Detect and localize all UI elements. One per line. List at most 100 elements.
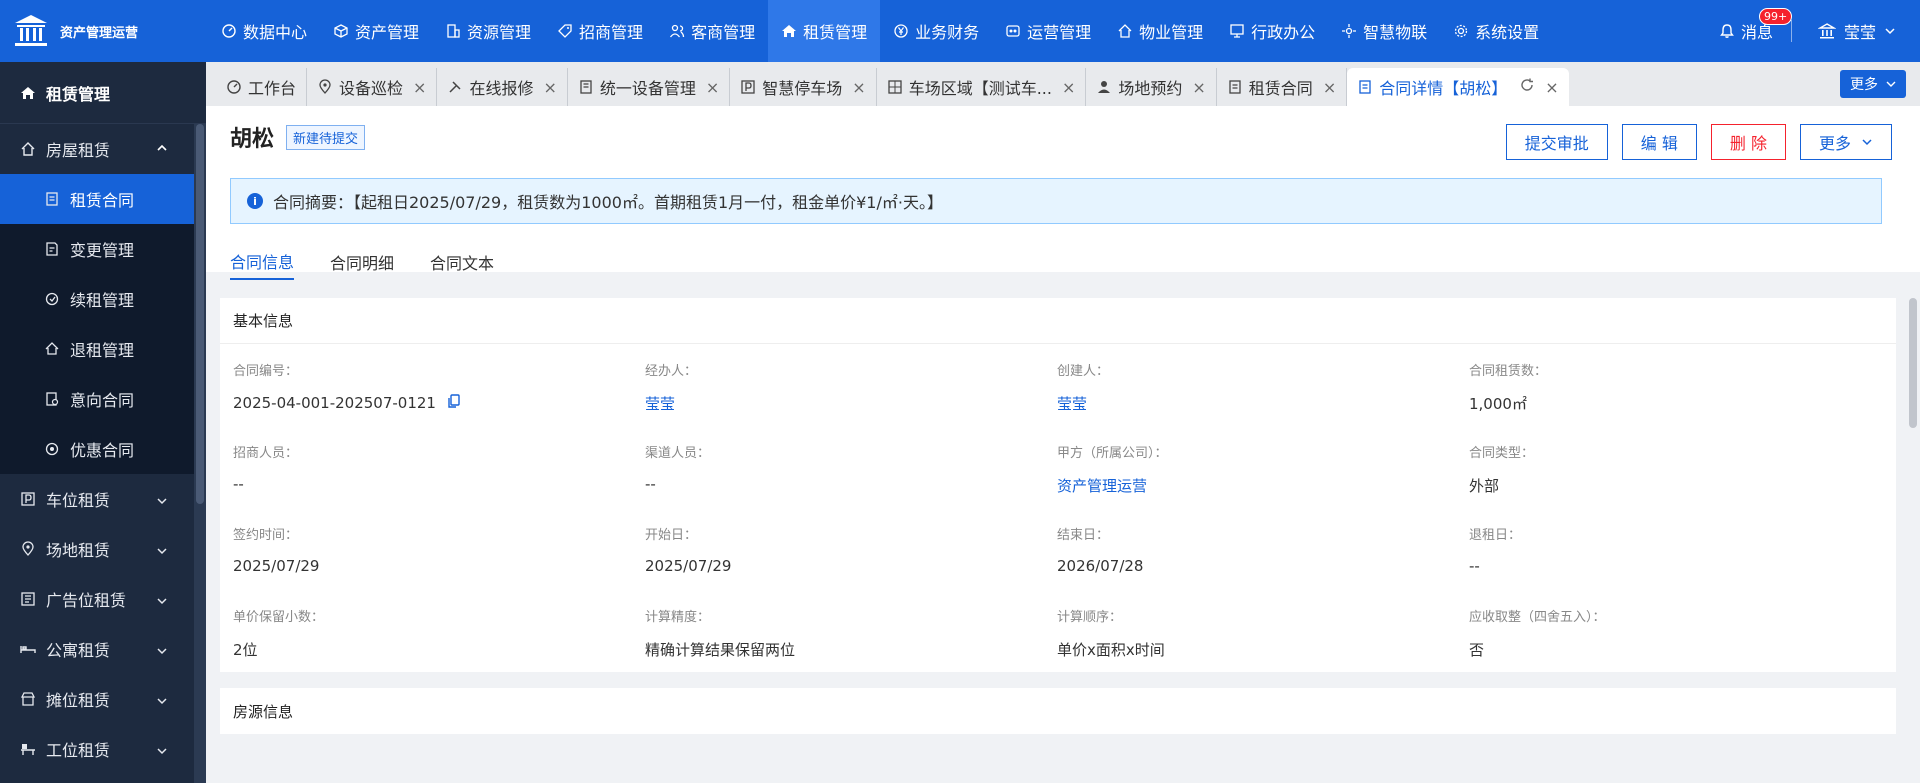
- tab-2[interactable]: 在线报修 ×: [437, 68, 568, 106]
- detail-tab-0[interactable]: 合同信息: [230, 244, 295, 280]
- field-value: 1,000㎡: [1469, 395, 1527, 413]
- discount-icon: [44, 441, 60, 457]
- nav-item-4[interactable]: 客商管理: [656, 0, 768, 62]
- sidebar-subitem-4[interactable]: 意向合同: [0, 374, 206, 424]
- sidebar-scroll-thumb[interactable]: [196, 124, 204, 504]
- field-label: 合同编号：: [233, 364, 299, 379]
- field-value: 2025/07/29: [645, 557, 732, 575]
- info-field: 招商人员： --: [233, 426, 645, 508]
- close-icon[interactable]: ×: [852, 78, 865, 97]
- submit-approval-button[interactable]: 提交审批: [1505, 124, 1608, 160]
- sidebar-submenu: 租赁合同变更管理 续租管理 退租管理 意向合同 优惠合同: [0, 174, 206, 474]
- tab-8[interactable]: 合同详情【胡松】 ×: [1347, 68, 1569, 106]
- close-icon[interactable]: ×: [1545, 78, 1558, 97]
- sidebar-group-4[interactable]: 摊位租赁: [0, 674, 206, 724]
- sidebar-subitem-0[interactable]: 租赁合同: [0, 174, 206, 224]
- field-value-wrap: 2026/07/28: [1057, 557, 1469, 575]
- sidebar-subitem-label: 租赁合同: [70, 191, 135, 210]
- bank-logo-icon: [15, 15, 47, 46]
- tab-label: 租赁合同: [1248, 79, 1313, 98]
- contract-summary: i 合同摘要：【起租日2025/07/29，租赁数为1000㎡。首期租赁1月一付…: [230, 178, 1882, 224]
- field-value: 2位: [233, 641, 258, 659]
- close-icon[interactable]: ×: [543, 78, 556, 97]
- tab-4[interactable]: 智慧停车场 ×: [730, 68, 877, 106]
- sidebar-scrollbar[interactable]: [194, 124, 206, 783]
- field-value-wrap: 1,000㎡: [1469, 393, 1881, 414]
- sidebar-group-3[interactable]: 公寓租赁: [0, 624, 206, 674]
- info-field: 开始日： 2025/07/29: [645, 508, 1057, 590]
- field-label: 退租日：: [1469, 528, 1522, 543]
- main-nav: 数据中心 资产管理 资源管理 招商管理 客商管理 租赁管理 业务财务 运营管理 物业管理 行政办公…: [208, 0, 1552, 62]
- sidebar-group-2[interactable]: 广告位租赁: [0, 574, 206, 624]
- close-icon[interactable]: ×: [413, 78, 426, 97]
- field-label: 合同租赁数：: [1469, 364, 1548, 379]
- location-icon: [317, 79, 333, 95]
- brand-name: 资产管理运营: [60, 25, 139, 41]
- nav-item-11[interactable]: 系统设置: [1440, 0, 1552, 62]
- message-button[interactable]: 消息 99+: [1719, 8, 1793, 42]
- user-menu[interactable]: 莹莹: [1817, 19, 1896, 43]
- close-icon[interactable]: ×: [1323, 78, 1336, 97]
- location-icon: [20, 541, 36, 557]
- sidebar-subitem-3[interactable]: 退租管理: [0, 324, 206, 374]
- tab-5[interactable]: 车场区域【测试车... ×: [877, 68, 1087, 106]
- field-value: 否: [1469, 641, 1485, 659]
- tab-6[interactable]: 场地预约 ×: [1086, 68, 1217, 106]
- sidebar-subitem-5[interactable]: 优惠合同: [0, 424, 206, 474]
- sidebar-group-label: 车位租赁: [46, 491, 111, 510]
- nav-item-0[interactable]: 数据中心: [208, 0, 320, 62]
- close-icon[interactable]: ×: [1062, 78, 1075, 97]
- tag-icon: [557, 23, 573, 39]
- field-label: 计算精度：: [645, 610, 711, 625]
- nav-item-2[interactable]: 资源管理: [432, 0, 544, 62]
- tab-7[interactable]: 租赁合同 ×: [1217, 68, 1348, 106]
- delete-button[interactable]: 删 除: [1710, 124, 1786, 160]
- brand[interactable]: 资产管理运营: [0, 0, 206, 62]
- nav-item-5[interactable]: 租赁管理: [768, 0, 881, 62]
- top-navbar: 资产管理运营 数据中心 资产管理 资源管理 招商管理 客商管理 租赁管理 业务财务 运营管理 物…: [0, 0, 1920, 62]
- main-scroll-thumb[interactable]: [1909, 298, 1917, 428]
- tab-1[interactable]: 设备巡检 ×: [307, 68, 438, 106]
- close-icon[interactable]: ×: [1192, 78, 1205, 97]
- tab-0[interactable]: 工作台: [216, 68, 308, 106]
- field-value-wrap: 精确计算结果保留两位: [645, 639, 1057, 660]
- main-scrollbar[interactable]: [1906, 298, 1920, 783]
- close-icon[interactable]: ×: [706, 78, 719, 97]
- copy-icon[interactable]: [446, 393, 462, 413]
- detail-tab-1[interactable]: 合同明细: [330, 244, 394, 280]
- status-badge: 新建待提交: [286, 124, 366, 150]
- nav-item-3[interactable]: 招商管理: [544, 0, 656, 62]
- field-value: 单价x面积x时间: [1057, 641, 1165, 659]
- field-label: 开始日：: [645, 528, 698, 543]
- field-value-link[interactable]: 莹莹: [645, 393, 675, 414]
- sidebar-group-5[interactable]: 工位租赁: [0, 724, 206, 774]
- yen-icon: [893, 23, 909, 39]
- field-value-link[interactable]: 资产管理运营: [1057, 475, 1147, 496]
- sidebar-subitem-1[interactable]: 变更管理: [0, 224, 206, 274]
- more-button[interactable]: 更多: [1799, 124, 1892, 160]
- field-value-wrap: --: [1469, 557, 1881, 575]
- field-value-link[interactable]: 莹莹: [1057, 393, 1087, 414]
- info-field: 渠道人员： --: [645, 426, 1057, 508]
- tab-3[interactable]: 统一设备管理 ×: [568, 68, 731, 106]
- nav-item-8[interactable]: 物业管理: [1104, 0, 1216, 62]
- sidebar-group-0[interactable]: 车位租赁: [0, 474, 206, 524]
- device-icon: [578, 79, 594, 95]
- chevron-down-icon: [156, 742, 168, 761]
- sidebar-group-house[interactable]: 房屋租赁: [0, 124, 206, 174]
- stall-icon: [20, 691, 36, 707]
- nav-item-6[interactable]: 业务财务: [880, 0, 992, 62]
- sidebar: 租赁管理 房屋租赁 租赁合同 变更管理 续租管理 退租管理 意向合同 优惠合同 车位租赁场…: [0, 62, 206, 783]
- nav-item-7[interactable]: 运营管理: [992, 0, 1104, 62]
- refresh-icon[interactable]: [1519, 77, 1535, 97]
- tab-more-button[interactable]: 更多: [1840, 70, 1906, 98]
- field-label: 甲方（所属公司）：: [1057, 446, 1168, 461]
- field-label: 合同类型：: [1469, 446, 1535, 461]
- nav-item-10[interactable]: 智慧物联: [1328, 0, 1440, 62]
- edit-button[interactable]: 编 辑: [1621, 124, 1697, 160]
- sidebar-subitem-2[interactable]: 续租管理: [0, 274, 206, 324]
- nav-item-9[interactable]: 行政办公: [1216, 0, 1328, 62]
- detail-tab-2[interactable]: 合同文本: [430, 244, 494, 280]
- nav-item-1[interactable]: 资产管理: [320, 0, 432, 62]
- sidebar-group-1[interactable]: 场地租赁: [0, 524, 206, 574]
